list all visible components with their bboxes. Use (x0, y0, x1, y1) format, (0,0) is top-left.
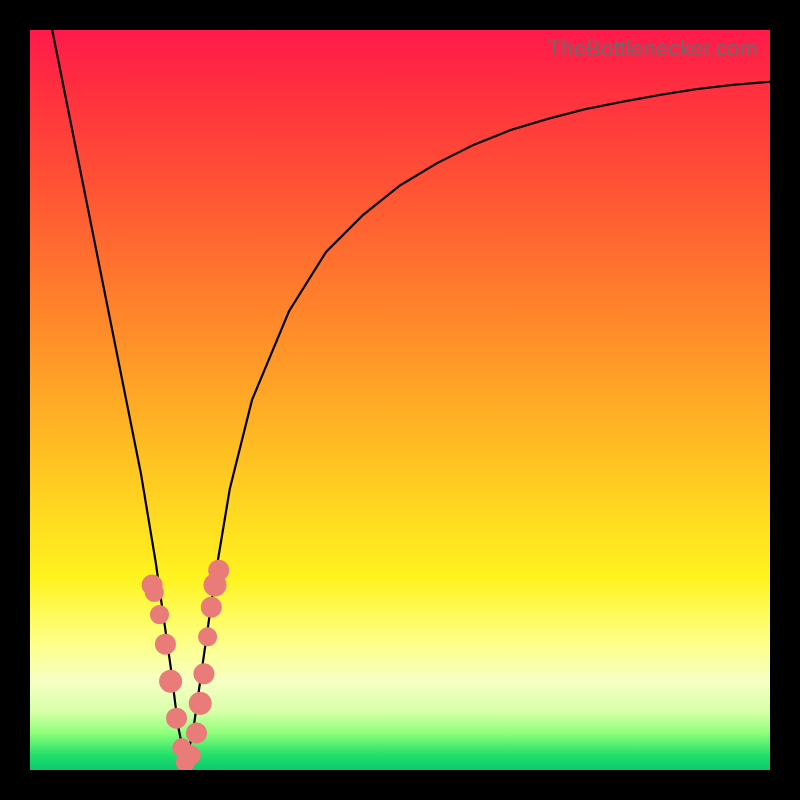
sample-dot (189, 692, 211, 714)
sample-dot (209, 560, 229, 580)
sample-dot (201, 597, 221, 617)
chart-plot-area: TheBottlenecker.com (30, 30, 770, 770)
sample-dot (194, 664, 214, 684)
sample-dot (145, 583, 163, 601)
sample-dot (151, 606, 169, 624)
sample-dot (182, 746, 200, 764)
sample-dot (160, 670, 182, 692)
sample-dot (199, 628, 217, 646)
chart-overlay (30, 30, 770, 770)
sample-dot (155, 634, 175, 654)
sample-dot (187, 723, 207, 743)
sample-dots-group (142, 560, 229, 770)
chart-frame: TheBottlenecker.com (0, 0, 800, 800)
sample-dot (167, 708, 187, 728)
